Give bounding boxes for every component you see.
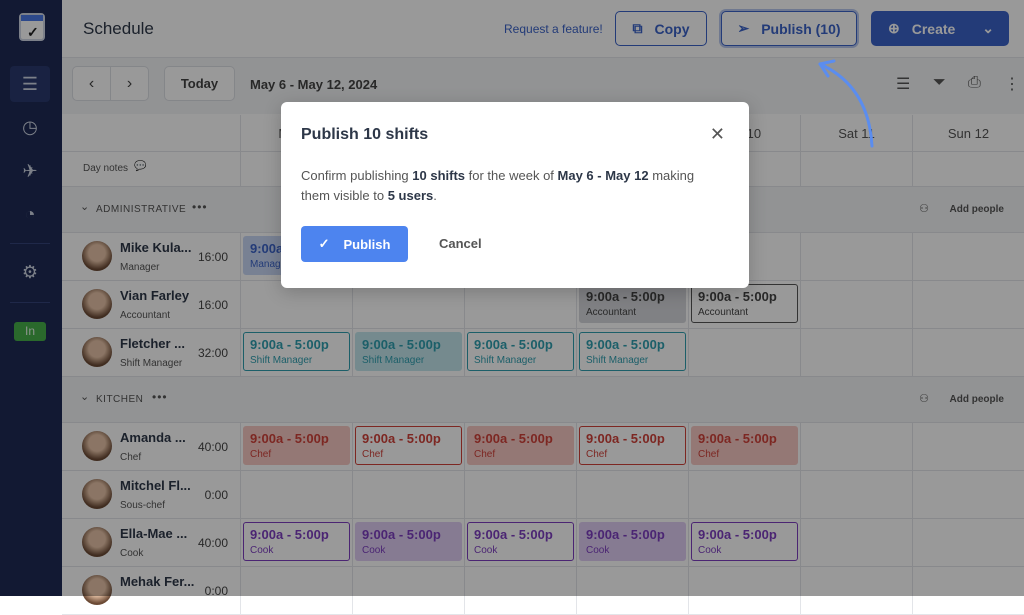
- modal-title: Publish 10 shifts: [301, 126, 429, 143]
- annotation-arrow-icon: [818, 59, 874, 148]
- check-icon: ✓: [318, 236, 330, 251]
- confirm-publish-button[interactable]: ✓ Publish: [301, 226, 408, 262]
- modal-message: Confirm publishing 10 shifts for the wee…: [301, 168, 695, 203]
- publish-modal: Publish 10 shifts ✕ Confirm publishing 1…: [281, 102, 749, 288]
- cancel-button[interactable]: Cancel: [439, 236, 482, 251]
- close-icon[interactable]: ✕: [710, 124, 725, 145]
